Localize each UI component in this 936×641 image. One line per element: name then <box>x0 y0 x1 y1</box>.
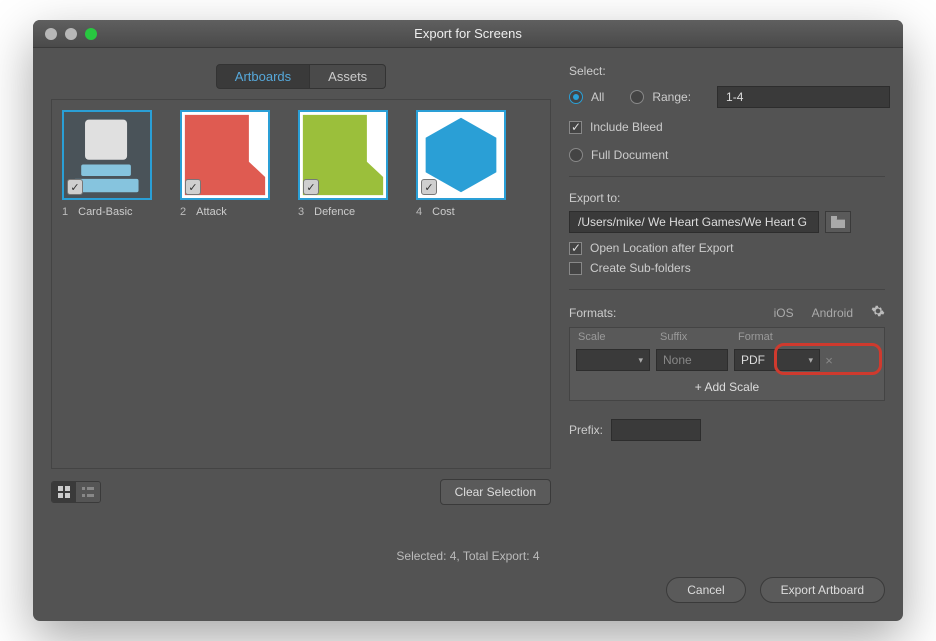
titlebar: Export for Screens <box>33 20 903 48</box>
export-for-screens-dialog: Export for Screens Artboards Assets <box>33 20 903 621</box>
create-subfolders-checkbox[interactable]: Create Sub-folders <box>569 261 885 275</box>
artboard-selected-checkbox[interactable]: ✓ <box>421 179 437 195</box>
full-document-radio[interactable]: Full Document <box>569 148 885 162</box>
formats-settings-button[interactable] <box>871 304 885 321</box>
suffix-input[interactable]: None <box>656 349 728 371</box>
folder-icon <box>831 216 845 228</box>
tab-artboards[interactable]: Artboards <box>216 64 310 89</box>
artboard-selected-checkbox[interactable]: ✓ <box>185 179 201 195</box>
tab-assets[interactable]: Assets <box>310 64 386 89</box>
artboard-item[interactable]: ✓ 1Card-Basic <box>62 110 152 218</box>
list-view-button[interactable] <box>76 482 100 502</box>
view-mode-toggle <box>51 481 101 503</box>
artboard-selected-checkbox[interactable]: ✓ <box>67 179 83 195</box>
select-label: Select: <box>569 64 885 78</box>
artboard-selected-checkbox[interactable]: ✓ <box>303 179 319 195</box>
formats-label: Formats: <box>569 306 616 320</box>
artboard-item[interactable]: ✓ 4Cost <box>416 110 506 218</box>
delete-format-row-button[interactable]: × <box>820 353 838 368</box>
artboard-item[interactable]: ✓ 2Attack <box>180 110 270 218</box>
select-range-radio[interactable]: Range: <box>630 90 691 104</box>
chevron-down-icon: ▾ <box>808 355 813 366</box>
gear-icon <box>871 304 885 318</box>
android-preset-link[interactable]: Android <box>812 306 853 320</box>
artboard-panel: ✓ 1Card-Basic ✓ 2Attack <box>51 99 551 469</box>
open-location-checkbox[interactable]: Open Location after Export <box>569 241 885 255</box>
window-minimize-button[interactable] <box>65 28 77 40</box>
window-title: Export for Screens <box>33 26 903 41</box>
prefix-input[interactable] <box>611 419 701 441</box>
export-artboard-button[interactable]: Export Artboard <box>760 577 885 603</box>
clear-selection-button[interactable]: Clear Selection <box>440 479 551 505</box>
grid-icon <box>57 485 71 499</box>
formats-table: Scale Suffix Format ▾ None PDF <box>569 327 885 401</box>
format-row: ▾ None PDF ▾ × <box>570 346 884 374</box>
select-all-radio[interactable]: All <box>569 90 604 104</box>
include-bleed-checkbox[interactable]: Include Bleed <box>569 120 885 134</box>
scale-select[interactable]: ▾ <box>576 349 650 371</box>
window-zoom-button[interactable] <box>85 28 97 40</box>
cancel-button[interactable]: Cancel <box>666 577 745 603</box>
list-icon <box>81 485 95 499</box>
prefix-label: Prefix: <box>569 423 603 437</box>
export-to-label: Export to: <box>569 191 885 205</box>
range-input[interactable] <box>717 86 890 108</box>
tab-bar: Artboards Assets <box>51 64 551 89</box>
choose-folder-button[interactable] <box>825 211 851 233</box>
status-text: Selected: 4, Total Export: 4 <box>33 549 903 563</box>
grid-view-button[interactable] <box>52 482 76 502</box>
window-close-button[interactable] <box>45 28 57 40</box>
ios-preset-link[interactable]: iOS <box>774 306 794 320</box>
format-select[interactable]: PDF ▾ <box>734 349 820 371</box>
chevron-down-icon: ▾ <box>638 355 643 366</box>
export-path-input[interactable] <box>569 211 819 233</box>
artboard-item[interactable]: ✓ 3Defence <box>298 110 388 218</box>
add-scale-button[interactable]: + Add Scale <box>570 374 884 400</box>
